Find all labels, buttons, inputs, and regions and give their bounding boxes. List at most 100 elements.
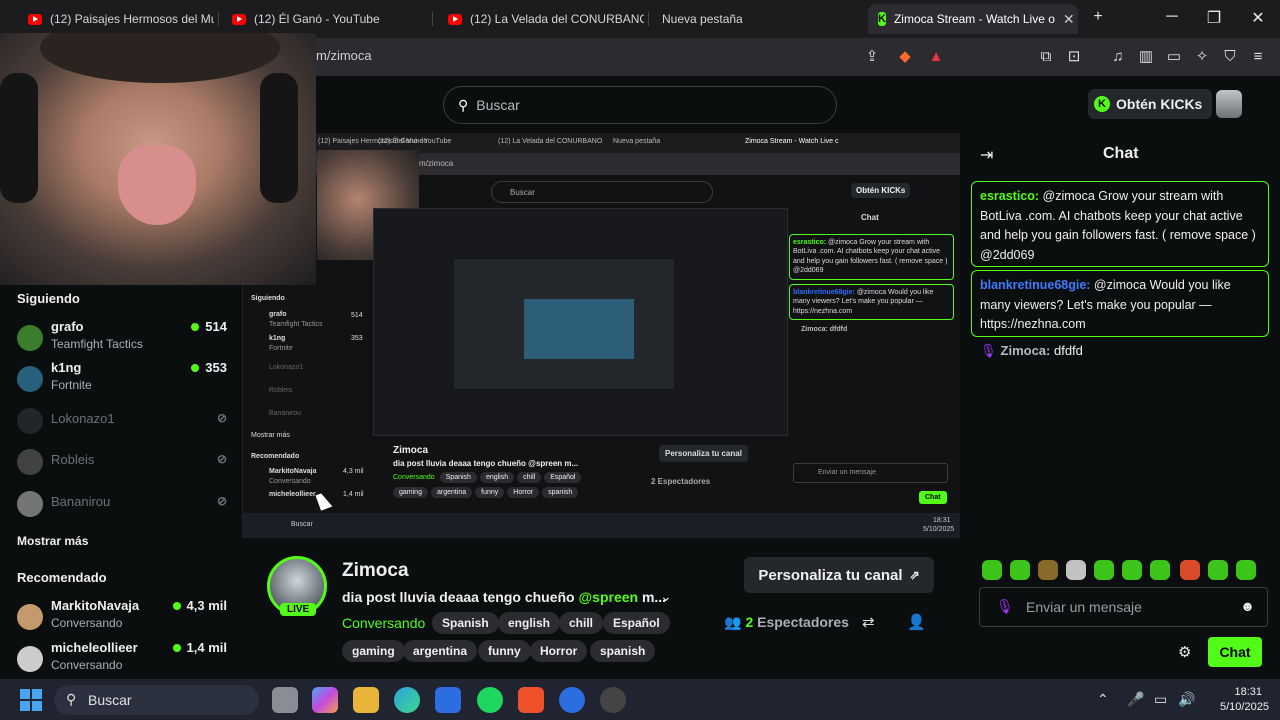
sidebar-item-robleis[interactable]: Robleis ⊘ [17, 443, 227, 483]
offline-icon: ⊘ [216, 452, 227, 466]
offline-icon: ⊘ [216, 411, 227, 425]
tab-paisajes[interactable]: (12) Paisajes Hermosos del Mundo [18, 4, 214, 34]
stream-title: dia post lluvia deaaa tengo chueño @spre… [342, 589, 667, 605]
tag-argentina[interactable]: argentina [403, 640, 478, 662]
emoji-picker-icon[interactable]: ☻ [1240, 598, 1255, 614]
emote-icon[interactable] [1180, 560, 1200, 580]
webcam-overlay [0, 33, 316, 285]
stream-video-player[interactable]: (12) Paisajes Hermosos del Mundo (12) Él… [242, 133, 960, 538]
search-icon: ⚲ [458, 96, 469, 113]
music-icon[interactable]: ♫ [1108, 47, 1128, 67]
viewer-count: 1,4 mil [172, 640, 227, 655]
maximize-icon[interactable]: ❐ [1194, 8, 1234, 28]
category-link[interactable]: Conversando [342, 615, 425, 631]
emote-icon[interactable] [982, 560, 1002, 580]
share-page-icon[interactable]: ⇪ [862, 47, 882, 67]
wallet-icon[interactable]: ▭ [1164, 47, 1184, 67]
sidebar-item-k1ng[interactable]: k1ng Fortnite 353 [17, 360, 227, 400]
streamer-name[interactable]: Zimoca [342, 560, 409, 582]
brave-rewards-icon[interactable]: ▲ [926, 47, 946, 67]
user-avatar[interactable] [1216, 90, 1242, 118]
tag-spanish-lower[interactable]: spanish [590, 640, 656, 662]
emote-icon[interactable] [1150, 560, 1170, 580]
screenshot-icon[interactable]: ⊡ [1064, 47, 1084, 67]
mic-icon[interactable]: 🎤 [1127, 691, 1144, 708]
live-badge: LIVE [280, 603, 317, 616]
tab-la-velada[interactable]: (12) La Velada del CONURBANO - [438, 4, 644, 34]
tag-spanish[interactable]: Spanish [432, 612, 499, 634]
search-icon: ⚲ [66, 691, 77, 707]
tab-nueva-pestana[interactable]: Nueva pestaña [652, 4, 852, 34]
collapse-chat-icon[interactable]: ⇥ [980, 145, 993, 165]
tab-zimoca-stream[interactable]: K Zimoca Stream - Watch Live o ✕ [868, 4, 1078, 34]
emote-icon[interactable] [1010, 560, 1030, 580]
taskbar-search[interactable]: ⚲ Buscar [54, 685, 259, 715]
emote-icon[interactable] [1208, 560, 1228, 580]
sidebar-icon[interactable]: ▥ [1136, 47, 1156, 67]
store-icon[interactable] [435, 687, 461, 713]
show-more-link[interactable]: Mostrar más [17, 534, 88, 548]
chat-settings-icon[interactable]: ⚙ [1178, 643, 1191, 661]
tab-separator [432, 12, 433, 26]
add-user-icon[interactable]: 👤 [907, 613, 926, 631]
sidebar-item-micheleollieer[interactable]: micheleollieer Conversando 1,4 mil [17, 640, 227, 680]
search-input[interactable]: ⚲ Buscar [443, 86, 837, 124]
tongue [118, 145, 196, 225]
emote-icon[interactable] [1122, 560, 1142, 580]
brave-shields-icon[interactable]: ◆ [895, 47, 915, 67]
file-explorer-icon[interactable] [353, 687, 379, 713]
captured-taskbar: Buscar 18:31 5/10/2025 [243, 513, 960, 538]
windows-start-icon[interactable] [20, 689, 42, 711]
avatar [17, 491, 43, 517]
avatar [17, 408, 43, 434]
tray-overflow-icon[interactable]: ⌃ [1097, 691, 1109, 708]
chat-title: Chat [1103, 145, 1139, 162]
minimize-icon[interactable]: ─ [1152, 8, 1192, 26]
chat-message-input[interactable]: 🎙 Enviar un mensaje ☻ [979, 587, 1268, 627]
tag-gaming[interactable]: gaming [342, 640, 405, 662]
mic-icon[interactable]: 🎙 [996, 598, 1014, 615]
emote-icon[interactable] [1066, 560, 1086, 580]
tag-espanol[interactable]: Español [603, 612, 670, 634]
send-chat-button[interactable]: Chat [1208, 637, 1262, 667]
steam-icon[interactable] [559, 687, 585, 713]
sidebar-item-grafo[interactable]: grafo Teamfight Tactics 514 [17, 319, 227, 359]
close-window-icon[interactable]: ✕ [1238, 8, 1278, 28]
menu-icon[interactable]: ≡ [1248, 47, 1268, 67]
chat-message: blankretinue68gie: @zimoca Would you lik… [971, 270, 1269, 337]
tab-el-gano[interactable]: (12) Él Ganó - YouTube [222, 4, 426, 34]
leo-ai-icon[interactable]: ✧ [1192, 47, 1212, 67]
spotify-icon[interactable] [477, 687, 503, 713]
tag-chill[interactable]: chill [559, 612, 604, 634]
emote-icon[interactable] [1236, 560, 1256, 580]
edge-icon[interactable] [394, 687, 420, 713]
task-view-icon[interactable] [272, 687, 298, 713]
chevron-down-icon[interactable]: ⌄ [660, 588, 672, 605]
obs-icon[interactable] [600, 687, 626, 713]
tag-horror[interactable]: Horror [530, 640, 588, 662]
sidebar-item-markitonavaja[interactable]: MarkitoNavaja Conversando 4,3 mil [17, 598, 227, 638]
headphones-left [0, 73, 38, 203]
volume-icon[interactable]: 🔊 [1178, 691, 1195, 708]
mic-icon: 🎙 [980, 343, 997, 358]
brave-icon[interactable] [518, 687, 544, 713]
emote-icon[interactable] [1038, 560, 1058, 580]
copilot-icon[interactable] [312, 687, 338, 713]
tag-english[interactable]: english [498, 612, 561, 634]
sidebar-item-bananirou[interactable]: Bananirou ⊘ [17, 485, 227, 525]
network-icon[interactable]: ▭ [1154, 691, 1167, 708]
taskbar-clock[interactable]: 18:31 5/10/2025 [1220, 685, 1269, 715]
sidebar-item-lokonazo1[interactable]: Lokonazo1 ⊘ [17, 402, 227, 442]
close-tab-icon[interactable]: ✕ [1055, 11, 1075, 28]
youtube-icon [28, 13, 42, 25]
new-tab-button[interactable]: + [1078, 8, 1118, 26]
extensions-icon[interactable]: ⧉ [1036, 47, 1056, 67]
url-field[interactable]: m/zimoca [316, 48, 372, 63]
tag-funny[interactable]: funny [478, 640, 531, 662]
get-kicks-button[interactable]: K Obtén KICKs [1088, 89, 1213, 119]
emote-icon[interactable] [1094, 560, 1114, 580]
share-icon[interactable]: ⇄ [862, 613, 875, 631]
customize-channel-button[interactable]: Personaliza tu canal ⇗ [744, 557, 934, 593]
live-dot-icon [172, 602, 181, 610]
vpn-icon[interactable]: ⛉ [1220, 47, 1240, 67]
